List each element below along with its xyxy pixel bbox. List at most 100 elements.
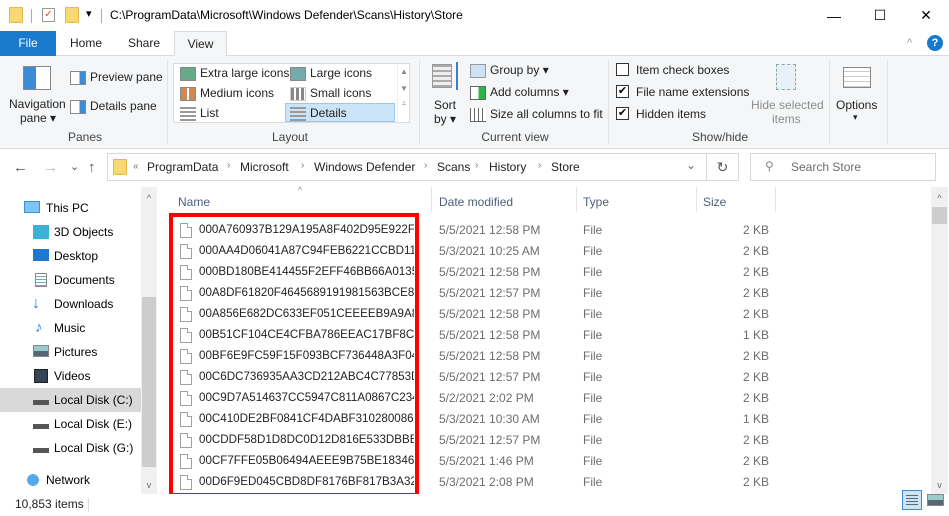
large-icons-icon — [290, 66, 306, 81]
recent-locations-button[interactable]: ⌄ — [70, 160, 79, 173]
column-header-type[interactable]: Type — [583, 195, 609, 209]
overflow-icon[interactable]: « — [133, 161, 139, 172]
tab-view[interactable]: View — [174, 31, 227, 57]
layout-medium-icons[interactable]: Medium icons — [176, 84, 274, 103]
add-columns-button[interactable]: Add columns ▾ — [470, 85, 569, 100]
hidden-items-checkbox[interactable]: ✔ — [616, 107, 629, 120]
desktop-icon — [33, 249, 49, 261]
scroll-up-icon[interactable]: ^ — [931, 193, 948, 203]
search-input[interactable]: Search Store — [791, 160, 861, 174]
item-check-boxes-checkbox[interactable] — [616, 63, 629, 76]
new-folder-icon[interactable] — [65, 7, 79, 23]
search-icon: ⚲ — [765, 159, 774, 173]
nav-item-downloads[interactable]: ↓ Downloads — [0, 292, 141, 316]
minimize-button[interactable]: — — [811, 0, 857, 31]
back-button[interactable]: ← — [13, 159, 28, 176]
file-list-scrollbar[interactable]: ^ v — [931, 187, 948, 494]
scroll-up-icon[interactable]: ^ — [141, 193, 157, 203]
column-divider[interactable] — [576, 187, 577, 212]
layout-small-icons[interactable]: Small icons — [286, 84, 371, 103]
breadcrumb-programdata[interactable]: ProgramData — [147, 160, 218, 174]
nav-item-network[interactable]: Network — [0, 468, 141, 492]
column-header-size[interactable]: Size — [703, 195, 726, 209]
ribbon-tabs: File Home Share View ^ ? — [0, 31, 949, 57]
scroll-down-icon[interactable]: v — [141, 480, 157, 490]
breadcrumb-separator-icon[interactable]: › — [538, 160, 541, 171]
scroll-down-icon[interactable]: ▼ — [398, 84, 410, 93]
file-type: File — [583, 391, 603, 405]
minimize-icon: — — [827, 7, 841, 24]
preview-pane-button[interactable]: Preview pane — [70, 70, 163, 85]
add-columns-icon — [470, 85, 486, 100]
breadcrumb-separator-icon[interactable]: › — [301, 160, 304, 171]
customize-qat-icon[interactable]: ▾ — [86, 7, 92, 20]
address-dropdown-icon[interactable]: ⌄ — [686, 158, 696, 172]
layout-list[interactable]: List — [176, 104, 219, 123]
file-date-modified: 5/3/2021 10:25 AM — [439, 244, 540, 258]
sort-arrow-icon — [456, 62, 458, 90]
group-by-button[interactable]: Group by ▾ — [470, 63, 549, 78]
nav-item-local-disk-g[interactable]: Local Disk (G:) — [0, 436, 141, 460]
file-name-extensions-checkbox[interactable]: ✔ — [616, 85, 629, 98]
forward-button[interactable]: → — [43, 159, 58, 176]
layout-scroll[interactable]: ▲ ▼ ⩡ — [397, 64, 410, 122]
divider — [608, 60, 609, 144]
breadcrumb-store[interactable]: Store — [551, 160, 580, 174]
download-icon: ↓ — [32, 295, 40, 312]
navigation-scrollbar-thumb[interactable] — [142, 297, 156, 467]
nav-item-videos[interactable]: Videos — [0, 364, 141, 388]
breadcrumb-microsoft[interactable]: Microsoft — [240, 160, 289, 174]
breadcrumb-separator-icon[interactable]: › — [227, 160, 230, 171]
details-view-button[interactable] — [902, 490, 922, 510]
navigation-pane-label: Navigation — [9, 97, 66, 111]
nav-item-documents[interactable]: Documents — [0, 268, 141, 292]
hide-selected-items-button[interactable]: Hide selected items — [748, 62, 826, 128]
nav-item-desktop[interactable]: Desktop — [0, 244, 141, 268]
drive-icon — [33, 400, 49, 405]
navigation-pane-button[interactable]: Navigation pane ▾ — [6, 64, 66, 126]
layout-item-label: List — [200, 106, 219, 120]
options-button[interactable]: Options ▾ — [833, 62, 887, 128]
scroll-down-icon[interactable]: v — [931, 480, 948, 490]
sort-by-button[interactable]: Sort by ▾ — [425, 62, 465, 128]
layout-details[interactable]: Details — [285, 103, 395, 122]
nav-item-3d-objects[interactable]: 3D Objects — [0, 220, 141, 244]
column-divider[interactable] — [696, 187, 697, 212]
column-header-date-modified[interactable]: Date modified — [439, 195, 513, 209]
nav-item-local-disk-c[interactable]: Local Disk (C:) — [0, 388, 141, 412]
tab-file[interactable]: File — [0, 31, 56, 56]
breadcrumb-history[interactable]: History — [489, 160, 526, 174]
nav-item-music[interactable]: ♪ Music — [0, 316, 141, 340]
nav-item-this-pc[interactable]: This PC — [0, 196, 141, 220]
maximize-button[interactable]: ☐ — [857, 0, 903, 31]
breadcrumb-scans[interactable]: Scans — [437, 160, 470, 174]
address-bar[interactable]: « ProgramData › Microsoft › Windows Defe… — [107, 153, 707, 181]
details-pane-button[interactable]: Details pane — [70, 99, 157, 114]
close-button[interactable]: ✕ — [903, 0, 949, 31]
size-all-columns-button[interactable]: Size all columns to fit — [470, 107, 603, 122]
search-box[interactable]: ⚲ Search Store — [750, 153, 936, 181]
help-icon[interactable]: ? — [927, 35, 943, 51]
nav-item-local-disk-e[interactable]: Local Disk (E:) — [0, 412, 141, 436]
breadcrumb-separator-icon[interactable]: › — [475, 160, 478, 171]
breadcrumb-windows-defender[interactable]: Windows Defender — [314, 160, 415, 174]
file-list-scrollbar-thumb[interactable] — [932, 207, 947, 224]
layout-extra-large-icons[interactable]: Extra large icons — [176, 64, 289, 83]
tab-share[interactable]: Share — [118, 31, 170, 56]
column-divider[interactable] — [431, 187, 432, 212]
nav-label: Local Disk (E:) — [54, 417, 133, 431]
collapse-ribbon-icon[interactable]: ^ — [907, 37, 912, 49]
breadcrumb-separator-icon[interactable]: › — [424, 160, 427, 171]
tab-home[interactable]: Home — [60, 31, 112, 56]
nav-item-pictures[interactable]: Pictures — [0, 340, 141, 364]
expand-gallery-icon[interactable]: ⩡ — [398, 99, 410, 109]
divider — [101, 9, 102, 23]
refresh-button[interactable]: ↻ — [707, 153, 739, 181]
column-divider[interactable] — [775, 187, 776, 212]
properties-icon[interactable]: ✓ — [42, 8, 55, 22]
large-icons-view-button[interactable] — [927, 494, 944, 506]
layout-large-icons[interactable]: Large icons — [286, 64, 372, 83]
column-header-name[interactable]: Name — [178, 195, 210, 209]
scroll-up-icon[interactable]: ▲ — [398, 67, 410, 76]
up-button[interactable]: ↑ — [88, 159, 96, 176]
